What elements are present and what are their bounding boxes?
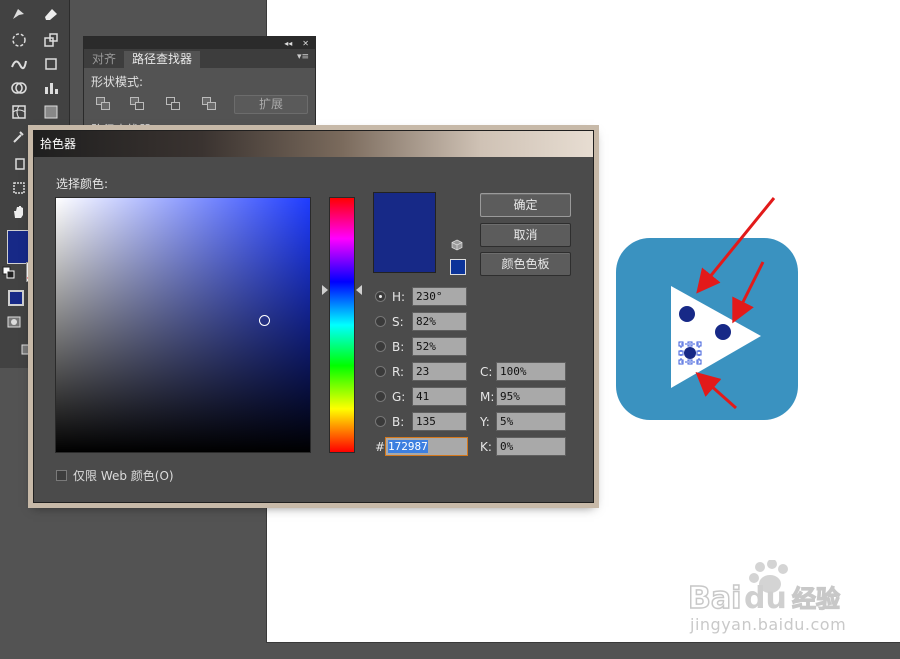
color-field-cursor[interactable]: [259, 315, 270, 326]
minus-front-icon[interactable]: [130, 97, 146, 111]
new-color-preview: [373, 192, 436, 273]
expand-button[interactable]: 扩展: [234, 95, 308, 114]
app-icon-artwork[interactable]: [616, 238, 798, 420]
tab-pathfinder[interactable]: 路径查找器: [124, 51, 201, 68]
color-picker-dialog: 拾色器 选择颜色: 仅限 Web 颜色(O) 确定 取消 颜色色板 H: 230…: [33, 130, 594, 503]
magenta-field[interactable]: 95%: [496, 387, 566, 406]
brightness-row: B: 52%: [375, 337, 467, 356]
cancel-button[interactable]: 取消: [480, 223, 571, 247]
yellow-row: Y: 5%: [480, 412, 566, 431]
green-field[interactable]: 41: [412, 387, 467, 406]
mesh-icon[interactable]: [6, 100, 32, 124]
cyan-field[interactable]: 100%: [496, 362, 566, 381]
web-safe-color-swatch[interactable]: [450, 259, 466, 275]
tab-align[interactable]: 对齐: [84, 51, 124, 68]
graph-icon[interactable]: [38, 76, 64, 100]
blue-field[interactable]: 135: [412, 412, 467, 431]
hue-label: H:: [392, 289, 406, 304]
shape-builder-icon[interactable]: [6, 76, 32, 100]
gradient-icon[interactable]: [38, 100, 64, 124]
artboard-tool-icon[interactable]: [6, 176, 32, 200]
hue-radio[interactable]: [375, 291, 386, 302]
hex-field[interactable]: 172987: [385, 437, 468, 456]
free-transform-icon[interactable]: [38, 52, 64, 76]
ok-button[interactable]: 确定: [480, 193, 571, 217]
out-of-web-gamut-cube-icon[interactable]: [451, 239, 463, 251]
dot-right[interactable]: [715, 324, 731, 340]
eyedropper-icon[interactable]: [6, 124, 32, 148]
red-row: R: 23: [375, 362, 467, 381]
black-field[interactable]: 0%: [496, 437, 566, 456]
red-label: R:: [392, 364, 405, 379]
panel-tabs: 对齐 路径查找器 ▾≡: [84, 49, 315, 68]
saturation-brightness-field[interactable]: [55, 197, 311, 453]
red-radio[interactable]: [375, 366, 386, 377]
yellow-label: Y:: [480, 414, 490, 429]
exclude-icon[interactable]: [202, 97, 218, 111]
hue-row: H: 230°: [375, 287, 467, 306]
svg-text:Bai: Bai: [688, 581, 741, 616]
brightness-field[interactable]: 52%: [412, 337, 467, 356]
brightness-radio[interactable]: [375, 341, 386, 352]
scale-icon[interactable]: [38, 28, 64, 52]
black-row: K: 0%: [480, 437, 566, 456]
unite-icon[interactable]: [96, 97, 112, 111]
shape-modes-label: 形状模式:: [91, 75, 144, 89]
hue-field[interactable]: 230°: [412, 287, 467, 306]
direct-selection-icon[interactable]: [6, 2, 32, 26]
drawing-mode-icon[interactable]: [4, 312, 24, 332]
color-swatches-button[interactable]: 颜色色板: [480, 252, 571, 276]
hex-label: #: [375, 439, 386, 454]
dot-top-left[interactable]: [679, 306, 695, 322]
web-colors-checkbox[interactable]: [56, 470, 67, 481]
brightness-label: B:: [392, 339, 405, 354]
saturation-radio[interactable]: [375, 316, 386, 327]
panel-header: ◂◂ ✕: [84, 37, 315, 49]
black-label: K:: [480, 439, 492, 454]
cyan-row: C: 100%: [480, 362, 566, 381]
saturation-row: S: 82%: [375, 312, 467, 331]
green-radio[interactable]: [375, 391, 386, 402]
dot-selected[interactable]: [684, 347, 696, 359]
cyan-label: C:: [480, 364, 493, 379]
saturation-label: S:: [392, 314, 404, 329]
svg-text:经验: 经验: [792, 585, 840, 613]
blue-row: B: 135: [375, 412, 467, 431]
hue-slider-handle-left[interactable]: [322, 285, 328, 295]
fill-color-swatch[interactable]: [7, 230, 33, 264]
hex-row: # 172987: [375, 437, 468, 456]
yellow-field[interactable]: 5%: [496, 412, 566, 431]
web-colors-only-option[interactable]: 仅限 Web 颜色(O): [56, 467, 174, 484]
magenta-row: M: 95%: [480, 387, 566, 406]
hand-icon[interactable]: [6, 200, 32, 224]
default-colors-icon[interactable]: [2, 266, 16, 280]
warp-icon[interactable]: [6, 52, 32, 76]
dialog-title[interactable]: 拾色器: [34, 131, 593, 157]
saturation-field[interactable]: 82%: [412, 312, 467, 331]
red-field[interactable]: 23: [412, 362, 467, 381]
intersect-icon[interactable]: [166, 97, 182, 111]
svg-text:du: du: [744, 581, 787, 616]
magenta-label: M:: [480, 389, 495, 404]
eraser-icon[interactable]: [38, 2, 64, 26]
green-label: G:: [392, 389, 406, 404]
collapse-icon[interactable]: ◂◂: [284, 39, 292, 48]
web-colors-label: 仅限 Web 颜色(O): [73, 469, 174, 483]
close-icon[interactable]: ✕: [302, 39, 309, 48]
watermark-url: jingyan.baidu.com: [690, 615, 847, 634]
blue-radio[interactable]: [375, 416, 386, 427]
color-mode-swatch[interactable]: [8, 290, 24, 306]
blue-label: B:: [392, 414, 405, 429]
green-row: G: 41: [375, 387, 467, 406]
symbol-sprayer-icon[interactable]: [6, 150, 32, 174]
hue-slider-handle-right[interactable]: [356, 285, 362, 295]
rotate-icon[interactable]: [6, 28, 32, 52]
pathfinder-panel: ◂◂ ✕ 对齐 路径查找器 ▾≡ 形状模式: 扩展 路径查找器:: [83, 36, 316, 137]
hue-slider[interactable]: [329, 197, 355, 453]
panel-menu-icon[interactable]: ▾≡: [297, 52, 309, 62]
choose-color-label: 选择颜色:: [56, 177, 109, 191]
hex-value-selected: 172987: [388, 440, 428, 453]
